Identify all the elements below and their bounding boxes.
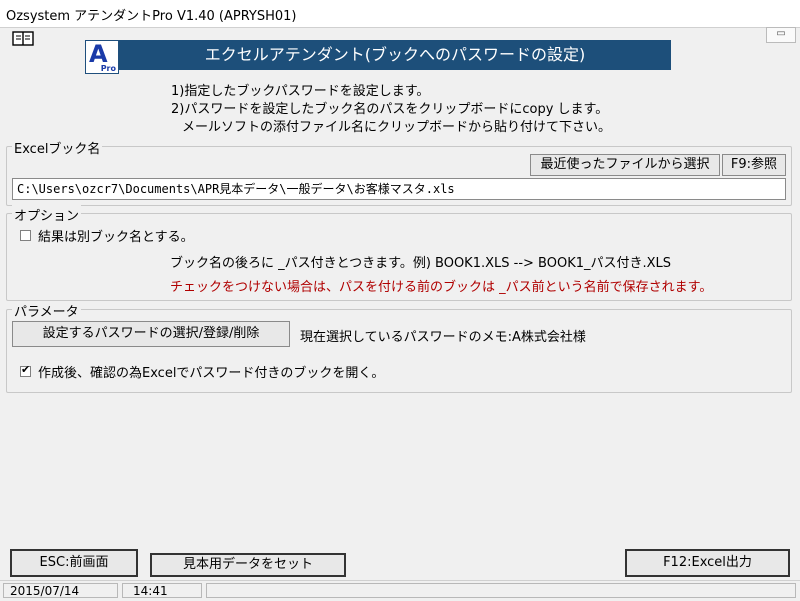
book-icon[interactable]	[12, 30, 34, 47]
status-bar: 2015/07/14 14:41	[0, 580, 800, 601]
description-line-3: メールソフトの添付ファイル名にクリップボードから貼り付けて下さい。	[182, 120, 612, 135]
recent-files-button[interactable]: 最近使ったファイルから選択	[530, 154, 720, 176]
separate-book-label[interactable]: 結果は別ブック名とする。	[38, 226, 194, 245]
options-group-label: オプション	[12, 205, 82, 224]
select-password-button[interactable]: 設定するパスワードの選択/登録/削除	[12, 321, 290, 347]
title-bar: Ozsystem アテンダントPro V1.40 (APRYSH01)	[0, 0, 800, 28]
excel-book-group-label: Excelブック名	[12, 138, 103, 157]
option-note-2: チェックをつけない場合は、パスを付ける前のブックは _パス前という名前で保存され…	[170, 280, 713, 295]
excel-output-button[interactable]: F12:Excel出力	[625, 549, 790, 577]
app-logo: A Pro	[85, 40, 119, 74]
status-time: 14:41	[122, 583, 202, 598]
description-line-1: 1)指定したブックパスワードを設定します。	[171, 84, 430, 99]
window-title: Ozsystem アテンダントPro V1.40 (APRYSH01)	[6, 9, 297, 24]
logo-sub: Pro	[100, 64, 116, 73]
browse-button[interactable]: F9:参照	[722, 154, 786, 176]
parameters-group-label: パラメータ	[12, 301, 81, 320]
status-date: 2015/07/14	[3, 583, 118, 598]
open-after-label[interactable]: 作成後、確認の為Excelでパスワード付きのブックを開く。	[38, 362, 384, 381]
restore-button[interactable]: ▭	[766, 27, 796, 43]
set-sample-data-button[interactable]: 見本用データをセット	[150, 553, 346, 577]
option-note-1: ブック名の後ろに _パス付きとつきます。例) BOOK1.XLS --> BOO…	[170, 256, 672, 271]
esc-back-button[interactable]: ESC:前画面	[10, 549, 138, 577]
status-empty-panel	[206, 583, 796, 598]
separate-book-checkbox[interactable]	[20, 230, 31, 241]
open-after-checkbox[interactable]	[20, 363, 31, 377]
description-line-2: 2)パスワードを設定したブック名のパスをクリップボードにcopy します。	[171, 102, 609, 117]
page-title-banner: エクセルアテンダント(ブックへのパスワードの設定)	[119, 40, 671, 70]
book-path-field[interactable]: C:\Users\ozcr7\Documents\APR見本データ\一般データ\…	[12, 178, 786, 200]
current-password-memo: 現在選択しているパスワードのメモ:A株式会社様	[300, 330, 586, 345]
